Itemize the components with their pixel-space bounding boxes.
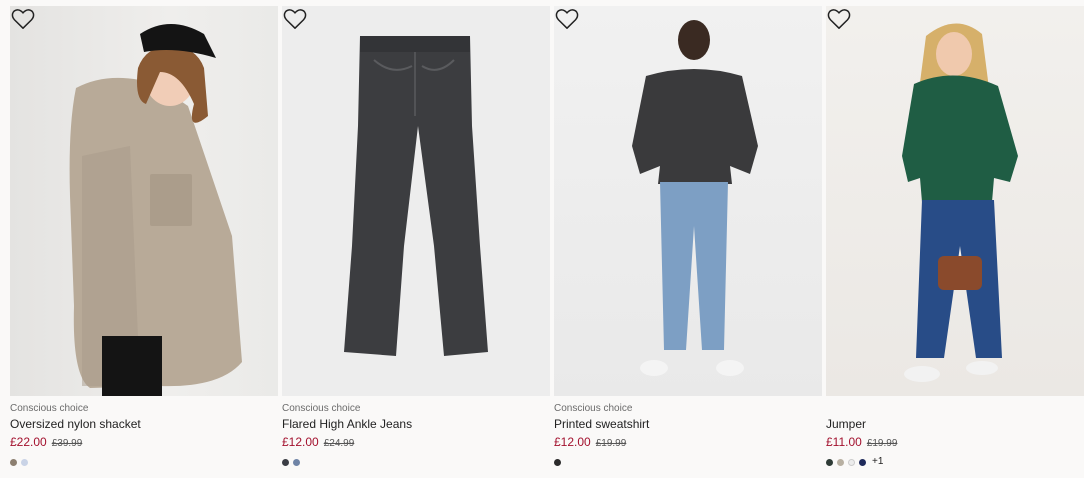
product-grid: Conscious choice Oversized nylon shacket… (10, 6, 1084, 478)
sale-price: £11.00 (826, 435, 862, 449)
product-card[interactable]: Jumper £11.00 £19.99 +1 (826, 6, 1084, 478)
sale-price: £12.00 (282, 435, 319, 449)
conscious-choice-tag: Conscious choice (282, 403, 361, 414)
color-swatches (554, 457, 822, 467)
product-photo-oversized-shacket (69, 24, 242, 396)
product-photo-printed-sweatshirt (632, 20, 758, 376)
original-price: £19.99 (595, 438, 627, 449)
product-photo-flared-jeans (344, 36, 488, 356)
heart-outline-icon[interactable] (10, 6, 36, 32)
more-colors-count: +1 (872, 456, 884, 467)
conscious-choice-tag (826, 402, 1084, 415)
heart-outline-icon[interactable] (826, 6, 852, 32)
product-image[interactable] (282, 6, 550, 396)
color-swatch[interactable] (837, 458, 844, 466)
color-swatches (10, 457, 278, 467)
color-swatches: +1 (826, 457, 1084, 467)
color-swatch[interactable] (848, 458, 855, 466)
conscious-choice-tag: Conscious choice (554, 403, 633, 414)
sale-price: £22.00 (10, 435, 47, 449)
product-prices: £12.00 £24.99 (282, 435, 550, 449)
product-name[interactable]: Flared High Ankle Jeans (282, 417, 550, 432)
product-info: Conscious choice Printed sweatshirt £12.… (554, 402, 822, 467)
color-swatches (282, 457, 550, 467)
product-image[interactable] (826, 6, 1084, 396)
color-swatch[interactable] (554, 458, 561, 466)
product-card[interactable]: Conscious choice Printed sweatshirt £12.… (554, 6, 822, 478)
product-name[interactable]: Oversized nylon shacket (10, 417, 278, 432)
sale-price: £12.00 (554, 435, 591, 449)
color-swatch[interactable] (826, 458, 833, 466)
product-prices: £11.00 £19.99 (826, 435, 1084, 449)
color-swatch[interactable] (859, 458, 866, 466)
color-swatch[interactable] (282, 458, 289, 466)
original-price: £19.99 (866, 438, 898, 449)
color-swatch[interactable] (10, 458, 17, 466)
product-image[interactable] (554, 6, 822, 396)
product-image[interactable] (10, 6, 278, 396)
color-swatch[interactable] (293, 458, 300, 466)
original-price: £39.99 (51, 438, 83, 449)
product-info: Jumper £11.00 £19.99 +1 (826, 402, 1084, 467)
product-prices: £22.00 £39.99 (10, 435, 278, 449)
product-info: Conscious choice Oversized nylon shacket… (10, 402, 278, 467)
conscious-choice-tag: Conscious choice (10, 403, 89, 414)
color-swatch[interactable] (21, 458, 28, 466)
product-name[interactable]: Jumper (826, 417, 1084, 432)
original-price: £24.99 (323, 438, 355, 449)
product-card[interactable]: Conscious choice Oversized nylon shacket… (10, 6, 278, 478)
heart-outline-icon[interactable] (554, 6, 580, 32)
product-info: Conscious choice Flared High Ankle Jeans… (282, 402, 550, 467)
heart-outline-icon[interactable] (282, 6, 308, 32)
product-prices: £12.00 £19.99 (554, 435, 822, 449)
product-card[interactable]: Conscious choice Flared High Ankle Jeans… (282, 6, 550, 478)
product-photo-jumper (902, 23, 1018, 382)
product-name[interactable]: Printed sweatshirt (554, 417, 822, 432)
